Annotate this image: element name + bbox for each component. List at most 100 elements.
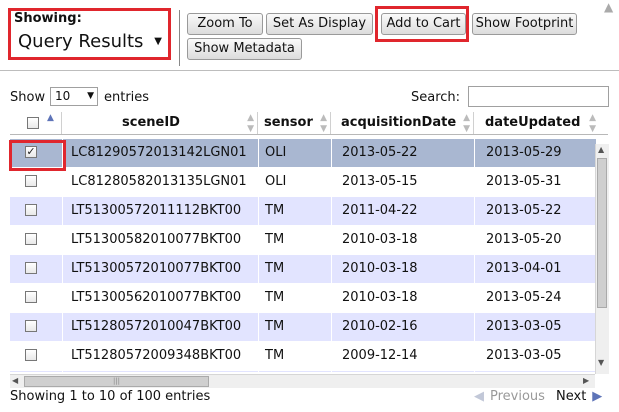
cell-acquisitiondate: 2010-02-16 bbox=[331, 313, 474, 341]
row-checkbox[interactable] bbox=[25, 320, 37, 332]
cell-dateupdated: 2013-05-22 bbox=[474, 197, 596, 225]
row-checkbox[interactable] bbox=[25, 291, 37, 303]
row-select-cell bbox=[10, 168, 62, 196]
cell-sensor: TM bbox=[258, 284, 331, 312]
cell-acquisitiondate: 2010-03-18 bbox=[331, 226, 474, 254]
cell-sensor: TM bbox=[258, 197, 331, 225]
column-header-dateupdated[interactable]: dateUpdated ▲ ▼ bbox=[474, 112, 608, 134]
cell-sensor: TM bbox=[258, 255, 331, 283]
cell-dateupdated: 2013-03-05 bbox=[474, 313, 596, 341]
cell-sensor: OLI bbox=[258, 168, 331, 196]
cell-dateupdated: 2013-05-29 bbox=[474, 139, 596, 167]
row-checkbox[interactable] bbox=[25, 349, 37, 361]
column-header-sensor[interactable]: sensor ▲ ▼ bbox=[258, 112, 331, 134]
column-header-sceneid[interactable]: sceneID ▲ ▼ bbox=[62, 112, 258, 134]
cell-sceneid: LT51280572009348BKT00 bbox=[62, 342, 258, 370]
cell-acquisitiondate: 2013-05-22 bbox=[331, 139, 474, 167]
showing-value: Query Results bbox=[18, 31, 144, 52]
row-select-cell bbox=[10, 313, 62, 341]
cell-dateupdated: 2013-05-24 bbox=[474, 284, 596, 312]
previous-arrow-icon: ◀ bbox=[474, 389, 484, 404]
cell-acquisitiondate: 2010-03-18 bbox=[331, 284, 474, 312]
table-header: ▲ sceneID ▲ ▼ sensor ▲ ▼ acquisitionDate ▲… bbox=[10, 112, 608, 135]
scroll-left-icon[interactable]: ◀ bbox=[12, 376, 18, 386]
cell-acquisitiondate: 2010-03-18 bbox=[331, 255, 474, 283]
vertical-scrollbar[interactable]: ▲ ▼ bbox=[595, 144, 609, 374]
cell-sceneid: LC81280582013135LGN01 bbox=[62, 168, 258, 196]
length-entries-label: entries bbox=[104, 90, 150, 105]
cell-sceneid: LT51300582010077BKT00 bbox=[62, 226, 258, 254]
table-row[interactable]: LT51300572010077BKT00 TM 2010-03-18 2013-04… bbox=[10, 255, 596, 284]
row-checkbox[interactable] bbox=[25, 204, 37, 216]
cell-acquisitiondate: 2009-12-12 bbox=[331, 371, 474, 372]
entries-per-page-select[interactable]: 10 ▼ bbox=[50, 87, 98, 106]
row-checkbox[interactable] bbox=[25, 262, 37, 274]
cell-sceneid: LT51300562010077BKT00 bbox=[62, 284, 258, 312]
set-as-display-button[interactable]: Set As Display bbox=[266, 13, 373, 35]
cell-sceneid: LT51300582009346BKT00 bbox=[62, 371, 258, 372]
chevron-down-icon: ▼ bbox=[154, 36, 162, 47]
chevron-down-icon: ▼ bbox=[87, 91, 94, 101]
sort-icon: ▲ ▼ bbox=[247, 113, 254, 134]
zoom-to-button[interactable]: Zoom To bbox=[187, 13, 263, 35]
results-table: ▲ sceneID ▲ ▼ sensor ▲ ▼ acquisitionDate ▲… bbox=[10, 112, 608, 372]
table-row[interactable]: LT51300572011112BKT00 TM 2011-04-22 2013-05… bbox=[10, 197, 596, 226]
previous-page-link[interactable]: ◀ Previous bbox=[474, 389, 545, 404]
row-select-cell bbox=[10, 255, 62, 283]
next-arrow-icon: ▶ bbox=[592, 389, 603, 404]
showing-select[interactable]: Query Results ▼ bbox=[14, 30, 168, 54]
row-checkbox-highlight bbox=[9, 140, 66, 171]
show-footprint-button[interactable]: Show Footprint bbox=[472, 13, 577, 35]
search-input[interactable] bbox=[468, 86, 609, 107]
scroll-down-icon[interactable]: ▼ bbox=[598, 358, 604, 368]
add-to-cart-button[interactable]: Add to Cart bbox=[381, 13, 466, 35]
cell-acquisitiondate: 2009-12-14 bbox=[331, 342, 474, 370]
cell-dateupdated: 2013-03-05 bbox=[474, 342, 596, 370]
horizontal-scroll-thumb[interactable]: ||| bbox=[24, 376, 209, 387]
horizontal-scrollbar[interactable]: ◀ ||| ▶ bbox=[10, 374, 595, 388]
cell-dateupdated: 2013-04-01 bbox=[474, 255, 596, 283]
show-metadata-button[interactable]: Show Metadata bbox=[187, 38, 302, 60]
cell-dateupdated: 2013-05-20 bbox=[474, 226, 596, 254]
cell-sensor: TM bbox=[258, 371, 331, 372]
sort-icon: ▲ ▼ bbox=[320, 113, 327, 134]
cell-acquisitiondate: 2011-04-22 bbox=[331, 197, 474, 225]
sort-icon: ▲ ▼ bbox=[589, 113, 596, 134]
row-checkbox[interactable] bbox=[25, 233, 37, 245]
cell-sensor: TM bbox=[258, 313, 331, 341]
scroll-up-icon[interactable]: ▲ bbox=[604, 0, 613, 14]
row-select-cell bbox=[10, 371, 62, 372]
showing-label: Showing: bbox=[14, 11, 82, 26]
cell-acquisitiondate: 2013-05-15 bbox=[331, 168, 474, 196]
cell-sceneid: LC81290572013142LGN01 bbox=[62, 139, 258, 167]
cell-sceneid: LT51300572011112BKT00 bbox=[62, 197, 258, 225]
row-select-cell bbox=[10, 197, 62, 225]
table-info: Showing 1 to 10 of 100 entries bbox=[10, 389, 211, 404]
sort-asc-icon[interactable]: ▲ bbox=[47, 112, 54, 129]
table-row[interactable]: LT51300562010077BKT00 TM 2010-03-18 2013-05… bbox=[10, 284, 596, 313]
cell-sensor: TM bbox=[258, 342, 331, 370]
cell-dateupdated: 2013-05-20 bbox=[474, 371, 596, 372]
table-row[interactable]: LC81280582013135LGN01 OLI 2013-05-15 2013-0… bbox=[10, 168, 596, 197]
table-row[interactable]: LT51300582009346BKT00TM2009-12-122013-05… bbox=[10, 371, 596, 372]
cell-sensor: OLI bbox=[258, 139, 331, 167]
next-page-link[interactable]: Next ▶ bbox=[556, 389, 602, 404]
select-all-checkbox[interactable] bbox=[27, 117, 39, 129]
row-checkbox[interactable] bbox=[25, 175, 37, 187]
scroll-up-icon[interactable]: ▲ bbox=[598, 145, 604, 155]
table-row[interactable]: LT51300582010077BKT00 TM 2010-03-18 2013-05… bbox=[10, 226, 596, 255]
table-row[interactable]: LT51280572010047BKT00 TM 2010-02-16 2013-03… bbox=[10, 313, 596, 342]
length-show-label: Show bbox=[10, 90, 46, 105]
vertical-scroll-thumb[interactable] bbox=[597, 158, 607, 308]
table-row[interactable]: ✓ LC81290572013142LGN01 OLI 2013-05-22 2013-… bbox=[10, 139, 596, 168]
column-header-acquisitiondate[interactable]: acquisitionDate ▲ ▼ bbox=[331, 112, 474, 134]
cell-dateupdated: 2013-05-31 bbox=[474, 168, 596, 196]
search-label: Search: bbox=[411, 90, 461, 105]
sort-icon: ▲ ▼ bbox=[463, 113, 470, 134]
row-select-cell bbox=[10, 284, 62, 312]
scroll-right-icon[interactable]: ▶ bbox=[583, 376, 589, 386]
table-row[interactable]: LT51280572009348BKT00 TM 2009-12-14 2013-03… bbox=[10, 342, 596, 371]
toolbar-divider bbox=[179, 10, 180, 66]
toolbar-separator bbox=[0, 70, 619, 71]
row-select-cell bbox=[10, 342, 62, 370]
